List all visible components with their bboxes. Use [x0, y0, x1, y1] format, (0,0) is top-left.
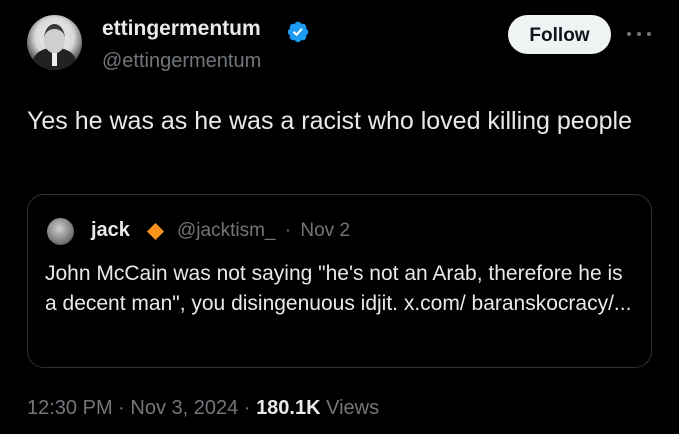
more-horizontal-icon[interactable]	[627, 24, 651, 44]
meta-separator: ·	[243, 397, 251, 419]
views-label: Views	[326, 397, 380, 419]
tweet-text: Yes he was as he was a racist who loved …	[27, 107, 632, 135]
meta-separator: ·	[118, 397, 125, 419]
quote-handle-line: @jacktism_ · Nov 2	[177, 220, 350, 242]
more-dot	[627, 32, 631, 36]
orange-diamond-icon	[146, 222, 165, 241]
tweet-time[interactable]: 12:30 PM	[27, 397, 113, 419]
quoted-tweet[interactable]: jack @jacktism_ · Nov 2 John McCain was …	[27, 194, 652, 368]
quote-author-avatar[interactable]	[47, 218, 74, 245]
follow-button[interactable]: Follow	[508, 15, 611, 54]
tweet-date[interactable]: Nov 3, 2024	[130, 397, 238, 419]
quote-date[interactable]: Nov 2	[300, 220, 350, 241]
more-dot	[637, 32, 641, 36]
quote-separator: ·	[284, 220, 292, 241]
views-count: 180.1K	[256, 397, 321, 419]
quote-author-handle[interactable]: @jacktism_	[177, 220, 275, 241]
more-dot	[647, 32, 651, 36]
author-avatar[interactable]	[27, 15, 82, 70]
avatar-head	[44, 24, 65, 53]
quote-text: John McCain was not saying "he's not an …	[45, 262, 632, 315]
author-name[interactable]: ettingermentum	[102, 17, 261, 41]
author-handle[interactable]: @ettingermentum	[102, 50, 261, 73]
verified-badge-icon	[287, 21, 309, 43]
tweet-meta: 12:30 PM · Nov 3, 2024 · 180.1K Views	[27, 397, 379, 420]
quote-author-name[interactable]: jack	[91, 219, 130, 242]
